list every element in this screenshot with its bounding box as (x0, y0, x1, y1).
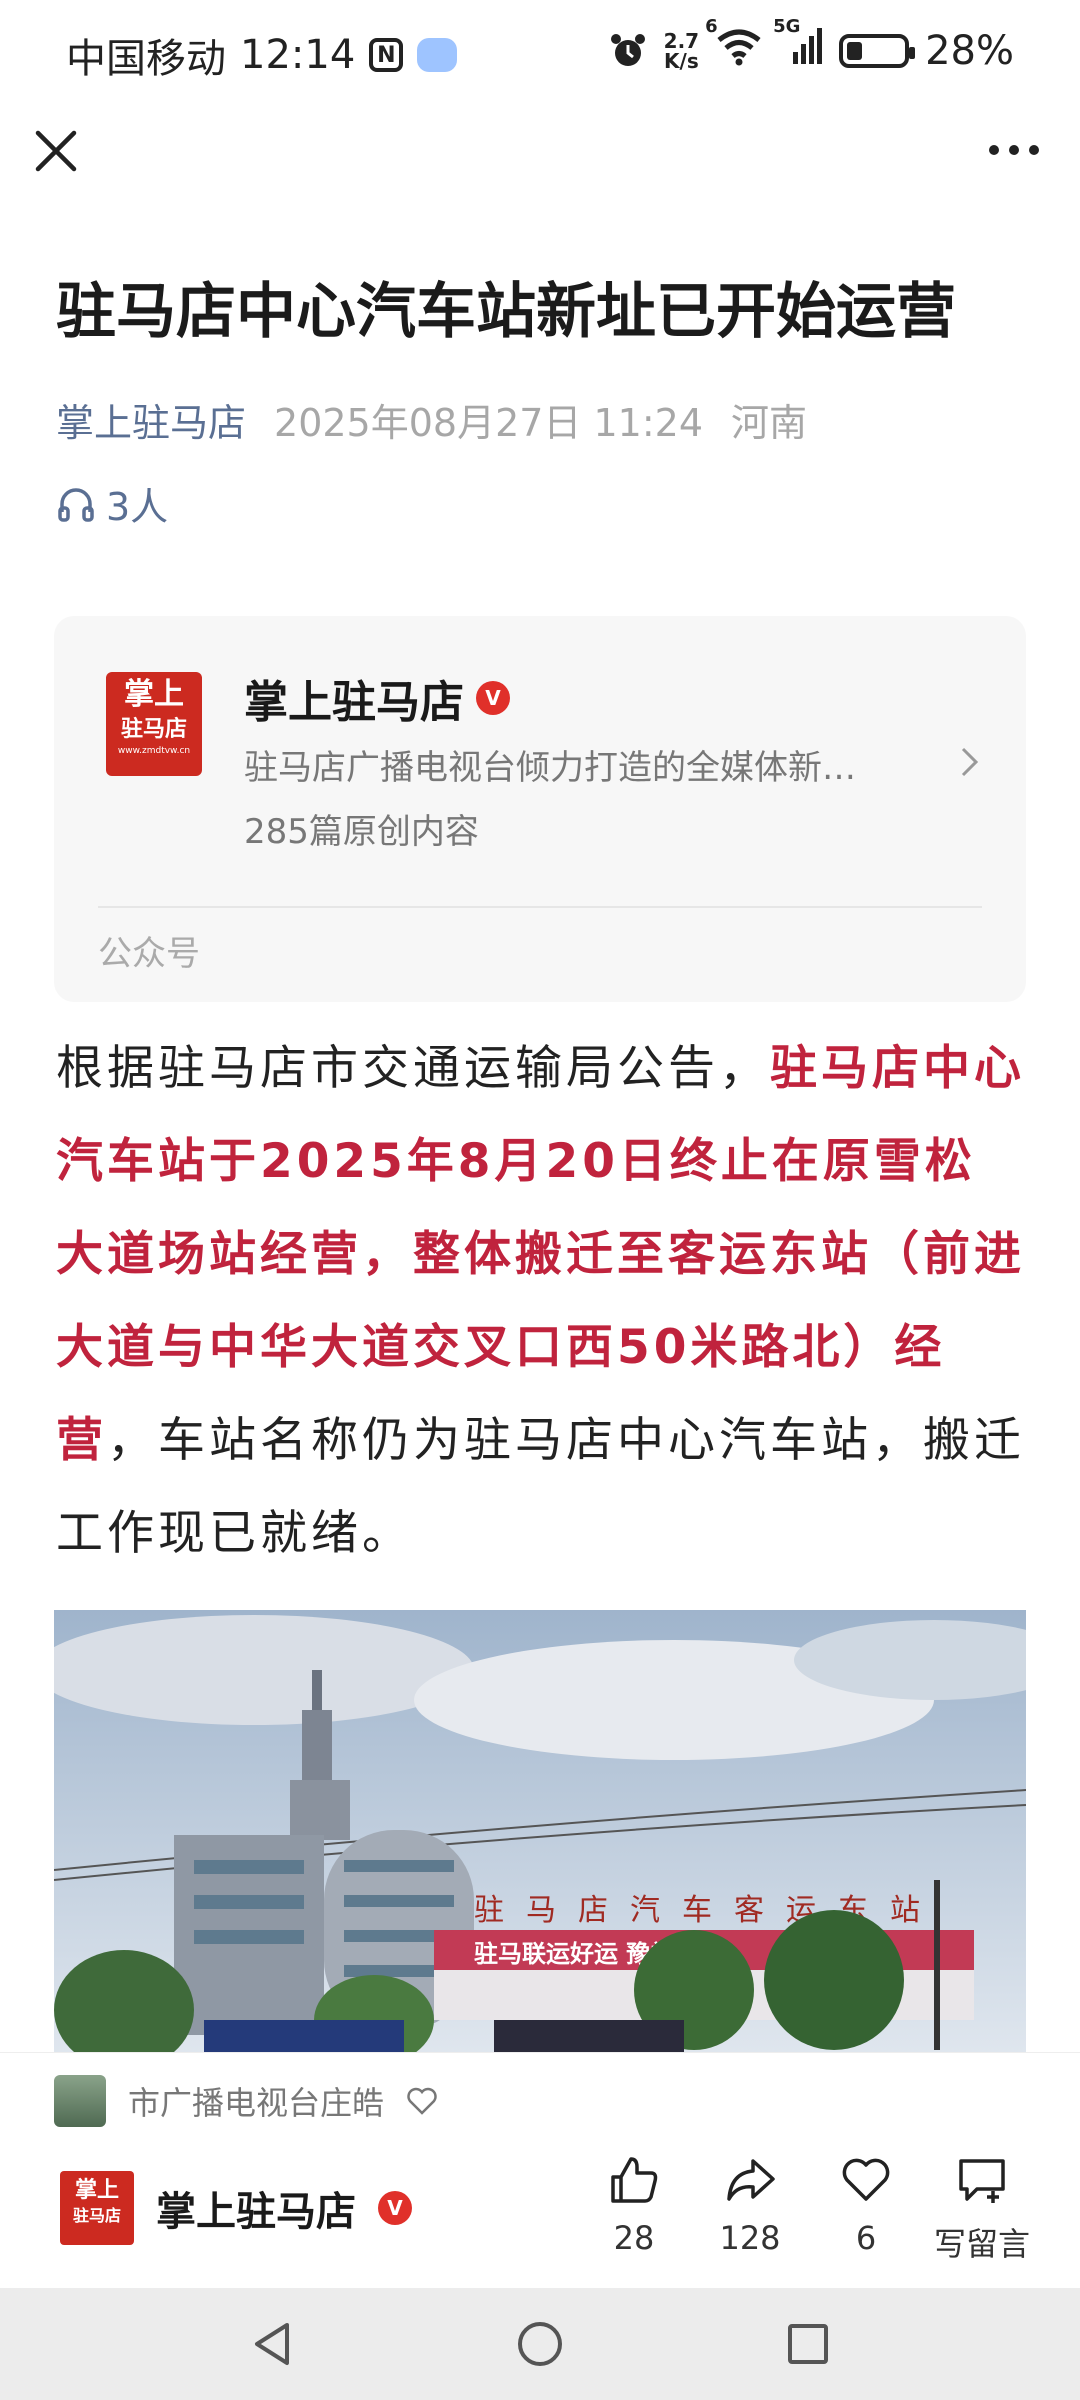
body-rest: ，车站名称仍为驻马店中心汽车站，搬迁工作现已就绪。 (56, 1413, 1025, 1561)
more-options-icon[interactable] (984, 130, 1044, 170)
system-nav-bar (0, 2288, 1080, 2400)
battery-icon (839, 34, 916, 68)
article-meta: 掌上驻马店 2025年08月27日 11:24 河南 (56, 392, 807, 447)
close-icon[interactable] (30, 125, 82, 177)
cellular-indicator: 5G (773, 16, 823, 76)
account-name-row: 掌上驻马店 V (244, 666, 510, 730)
share-icon (727, 2159, 775, 2201)
author-avatar (54, 2075, 106, 2127)
headphones-icon (58, 487, 94, 522)
card-divider (98, 906, 982, 908)
wifi-indicator: 6 (705, 16, 763, 76)
back-icon[interactable] (249, 2319, 295, 2369)
logo-url: www.zmdtvw.cn (117, 746, 191, 756)
favorite-count: 6 (855, 2219, 877, 2257)
status-right: 2.7 K/s 6 5G 28% (608, 16, 1014, 76)
network-type: 5G (773, 16, 801, 37)
comment-button[interactable]: 写留言 (924, 2153, 1040, 2265)
bottom-account-name: 掌上驻马店 (156, 2189, 356, 2235)
action-bar: 28 128 6 写留言 (576, 2153, 1040, 2265)
wifi-badge: 6 (705, 16, 718, 37)
status-left: 中国移动 12:14 N (66, 26, 458, 84)
battery-percent: 28% (925, 28, 1014, 74)
logo-text-top: 掌上 (124, 677, 184, 712)
account-logo: 掌上 驻马店 www.zmdtvw.cn (106, 672, 202, 776)
verified-icon: V (476, 681, 510, 715)
author-name: 市广播电视台庄皓 (128, 2084, 385, 2122)
account-card[interactable]: 掌上 驻马店 www.zmdtvw.cn 掌上驻马店 V 驻马店广播电视台倾力打… (54, 616, 1026, 1002)
heart-outline-icon[interactable] (406, 2086, 438, 2116)
logo-text-bottom: 驻马店 (120, 716, 187, 742)
article-title: 驻马店中心汽车站新址已开始运营 (56, 277, 956, 347)
nfc-icon: N (369, 38, 404, 72)
bottom-account-logo: 掌上 驻马店 (60, 2171, 134, 2245)
bottom-panel: 市广播电视台庄皓 掌上 驻马店 掌上驻马店 V 28 128 6 写留言 (0, 2052, 1080, 2289)
article-body: 根据驻马店市交通运输局公告，驻马店中心汽车站于2025年8月20日终止在原雪松大… (56, 1022, 1026, 1580)
comment-add-icon (959, 2159, 1005, 2203)
article-photo[interactable]: 驻马店汽车客运东站 驻马联运好运 豫礼到家 (54, 1610, 1026, 2052)
carrier-label: 中国移动 (66, 36, 226, 82)
like-count: 28 (613, 2219, 655, 2257)
bottom-logo-bottom: 驻马店 (72, 2206, 121, 2225)
network-speed: 2.7 K/s (664, 31, 699, 71)
account-articles-count: 285篇原创内容 (244, 812, 479, 852)
account-description: 驻马店广播电视台倾力打造的全媒体新… (244, 748, 856, 788)
home-icon[interactable] (515, 2319, 565, 2369)
battery-fill (847, 42, 863, 60)
heart-icon (842, 2158, 890, 2201)
article-region: 河南 (731, 401, 808, 445)
account-type-label: 公众号 (98, 934, 200, 974)
alarm-icon (610, 34, 645, 66)
share-count: 128 (719, 2219, 781, 2257)
body-intro: 根据驻马店市交通运输局公告， (56, 1041, 770, 1096)
favorite-button[interactable]: 6 (808, 2153, 924, 2265)
listener-count: 3人 (106, 485, 169, 529)
article-source-link[interactable]: 掌上驻马店 (56, 392, 246, 447)
comment-label: 写留言 (933, 2225, 1030, 2263)
bottom-account-row[interactable]: 掌上 驻马店 掌上驻马店 V (60, 2171, 412, 2245)
wifi-icon (717, 29, 761, 66)
bottom-logo-top: 掌上 (74, 2177, 119, 2203)
clock: 12:14 (240, 32, 356, 78)
like-button[interactable]: 28 (576, 2153, 692, 2265)
bottom-verified-icon: V (378, 2191, 412, 2225)
author-row[interactable]: 市广播电视台庄皓 (54, 2075, 438, 2127)
assistant-icon (417, 38, 458, 72)
share-button[interactable]: 128 (692, 2153, 808, 2265)
account-name: 掌上驻马店 (244, 677, 464, 728)
body-highlight: 驻马店中心汽车站于2025年8月20日终止在原雪松大道场站经营，整体搬迁至客运东… (56, 1041, 1025, 1468)
chevron-right-icon (961, 747, 979, 777)
speed-value: 2.7 (663, 29, 700, 53)
recents-icon[interactable] (785, 2321, 831, 2367)
bus-station-photo: 驻马店汽车客运东站 驻马联运好运 豫礼到家 (54, 1610, 1026, 2052)
speed-unit: K/s (664, 49, 699, 73)
status-bar: 中国移动 12:14 N 2.7 K/s 6 5G 28% (0, 0, 1080, 100)
article-datetime: 2025年08月27日 11:24 (274, 401, 704, 445)
listen-button[interactable]: 3人 (56, 476, 168, 531)
thumbs-up-icon (611, 2157, 658, 2203)
